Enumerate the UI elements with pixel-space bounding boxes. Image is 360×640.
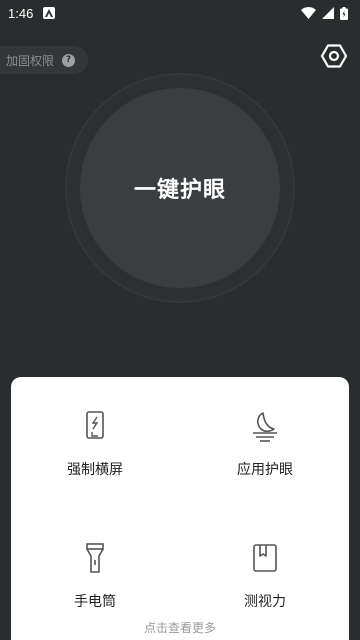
help-icon: ? [62,53,76,67]
feature-force-landscape[interactable]: 强制横屏 [35,409,155,489]
flashlight-icon [78,541,112,575]
feature-label: 强制横屏 [67,462,123,478]
feature-flashlight[interactable]: 手电筒 [35,541,155,621]
feature-card: 强制横屏 应用护眼 手电筒 测视力 点击查看更多 [11,377,349,640]
one-key-eye-protection-button[interactable]: 一键护眼 [80,88,280,288]
feature-app-eye-protection[interactable]: 应用护眼 [205,409,325,489]
one-key-eye-protection-label: 一键护眼 [133,178,226,203]
view-more-link[interactable]: 点击查看更多 [11,619,349,636]
feature-label: 应用护眼 [237,462,293,478]
moon-icon [248,409,282,443]
feature-label: 手电筒 [74,594,116,610]
feature-vision-test[interactable]: 测视力 [205,541,325,621]
book-icon [248,541,282,575]
status-time: 1:46 [8,5,34,21]
feature-label: 测视力 [244,594,286,610]
settings-button[interactable] [318,40,350,72]
notification-app-icon [43,7,56,19]
reinforce-permission-label: 加固权限 [6,53,55,68]
status-bar: 1:46 [0,0,360,26]
status-left: 1:46 [8,5,56,21]
rotate-phone-icon [78,409,112,443]
wifi-icon [301,7,316,19]
battery-icon [340,6,348,20]
settings-icon [321,44,347,68]
signal-icon [322,7,334,19]
reinforce-permission-button[interactable]: 加固权限 ? [0,46,88,74]
status-right [301,6,348,20]
